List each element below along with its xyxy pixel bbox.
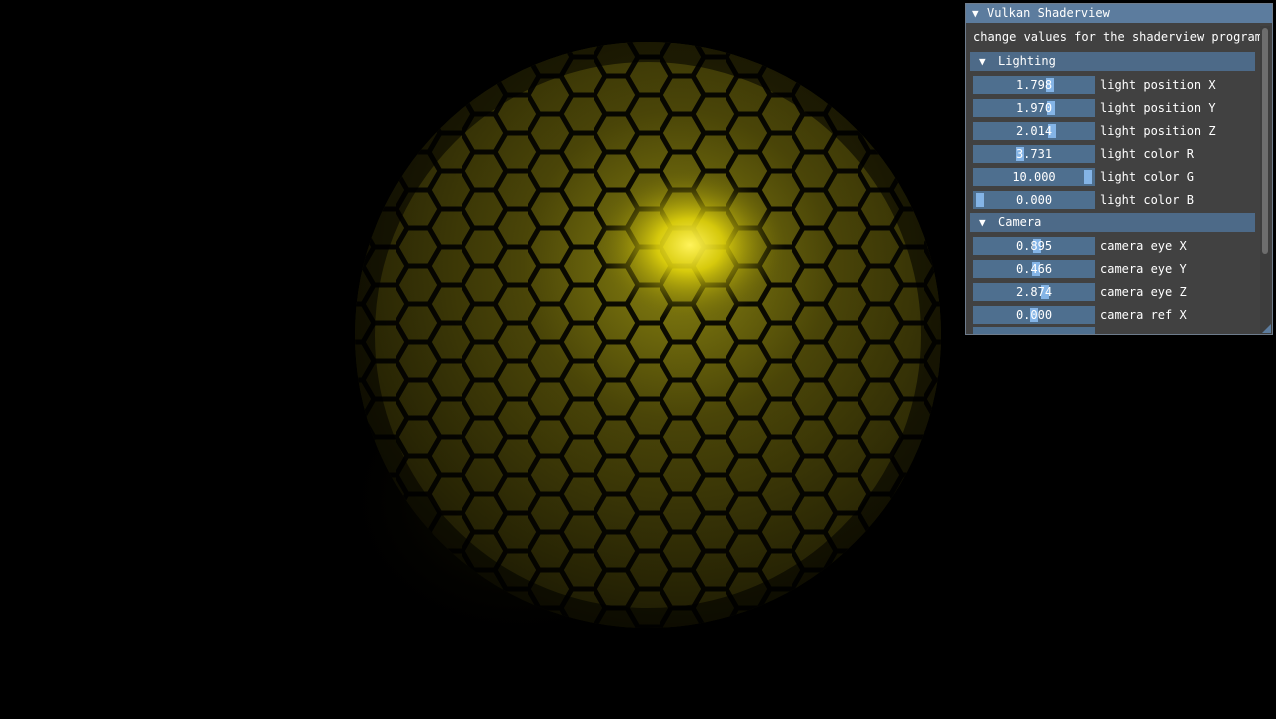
slider-value: 0.895	[1015, 239, 1053, 253]
slider-row[interactable]: 0.000 light color B	[973, 189, 1263, 209]
slider-row-partial[interactable]	[973, 325, 1263, 334]
slider-value: 0.000	[1015, 193, 1053, 207]
slider-row[interactable]: 1.798 light position X	[973, 74, 1263, 94]
shaderview-panel[interactable]: ▼ Vulkan Shaderview change values for th…	[965, 3, 1273, 335]
slider-field[interactable]: 2.014	[973, 122, 1095, 140]
slider-value: 10.000	[1012, 170, 1056, 184]
slider-field[interactable]: 2.874	[973, 283, 1095, 301]
slider-row[interactable]: 0.466 camera eye Y	[973, 258, 1263, 278]
slider-label: light color R	[1100, 147, 1194, 161]
slider-field[interactable]: 3.731	[973, 145, 1095, 163]
section-header-camera[interactable]: ▼ Camera	[970, 213, 1255, 232]
slider-camera-ref-y[interactable]	[973, 327, 1095, 334]
slider-row[interactable]: 2.014 light position Z	[973, 120, 1263, 140]
slider-label: light position Z	[1100, 124, 1216, 138]
collapse-triangle-icon[interactable]: ▼	[979, 52, 986, 71]
slider-field[interactable]: 0.000	[973, 191, 1095, 209]
slider-value: 3.731	[1015, 147, 1053, 161]
slider-field[interactable]: 0.895	[973, 237, 1095, 255]
slider-label: light position Y	[1100, 101, 1216, 115]
slider-label: camera ref X	[1100, 308, 1187, 322]
section-label: Camera	[998, 215, 1042, 229]
slider-field[interactable]: 0.466	[973, 260, 1095, 278]
panel-title: Vulkan Shaderview	[987, 6, 1110, 20]
collapse-triangle-icon[interactable]: ▼	[972, 4, 979, 23]
slider-value: 0.466	[1015, 262, 1053, 276]
slider-row[interactable]: 3.731 light color R	[973, 143, 1263, 163]
slider-value: 2.014	[1015, 124, 1053, 138]
slider-row[interactable]: 0.000 camera ref X	[973, 304, 1263, 324]
slider-field[interactable]: 1.970	[973, 99, 1095, 117]
scrollbar-grab[interactable]	[1262, 28, 1268, 254]
slider-label: light color B	[1100, 193, 1194, 207]
section-header-lighting[interactable]: ▼ Lighting	[970, 52, 1255, 71]
slider-field[interactable]: 10.000	[973, 168, 1095, 186]
slider-row[interactable]: 2.874 camera eye Z	[973, 281, 1263, 301]
slider-row[interactable]: 10.000 light color G	[973, 166, 1263, 186]
slider-label: camera eye Z	[1100, 285, 1187, 299]
collapse-triangle-icon[interactable]: ▼	[979, 213, 986, 232]
resize-grip-icon[interactable]	[1262, 324, 1271, 333]
section-label: Lighting	[998, 54, 1056, 68]
slider-value: 2.874	[1015, 285, 1053, 299]
slider-label: camera eye X	[1100, 239, 1187, 253]
slider-row[interactable]: 0.895 camera eye X	[973, 235, 1263, 255]
slider-value: 0.000	[1015, 308, 1053, 322]
slider-field[interactable]: 0.000	[973, 306, 1095, 324]
slider-label: light color G	[1100, 170, 1194, 184]
panel-title-bar[interactable]: ▼ Vulkan Shaderview	[966, 4, 1272, 23]
slider-value: 1.970	[1015, 101, 1053, 115]
slider-field[interactable]: 1.798	[973, 76, 1095, 94]
slider-value: 1.798	[1015, 78, 1053, 92]
slider-row[interactable]: 1.970 light position Y	[973, 97, 1263, 117]
panel-scrollbar[interactable]	[1260, 26, 1270, 334]
slider-label: camera eye Y	[1100, 262, 1187, 276]
panel-description: change values for the shaderview program	[973, 30, 1262, 44]
slider-label: light position X	[1100, 78, 1216, 92]
